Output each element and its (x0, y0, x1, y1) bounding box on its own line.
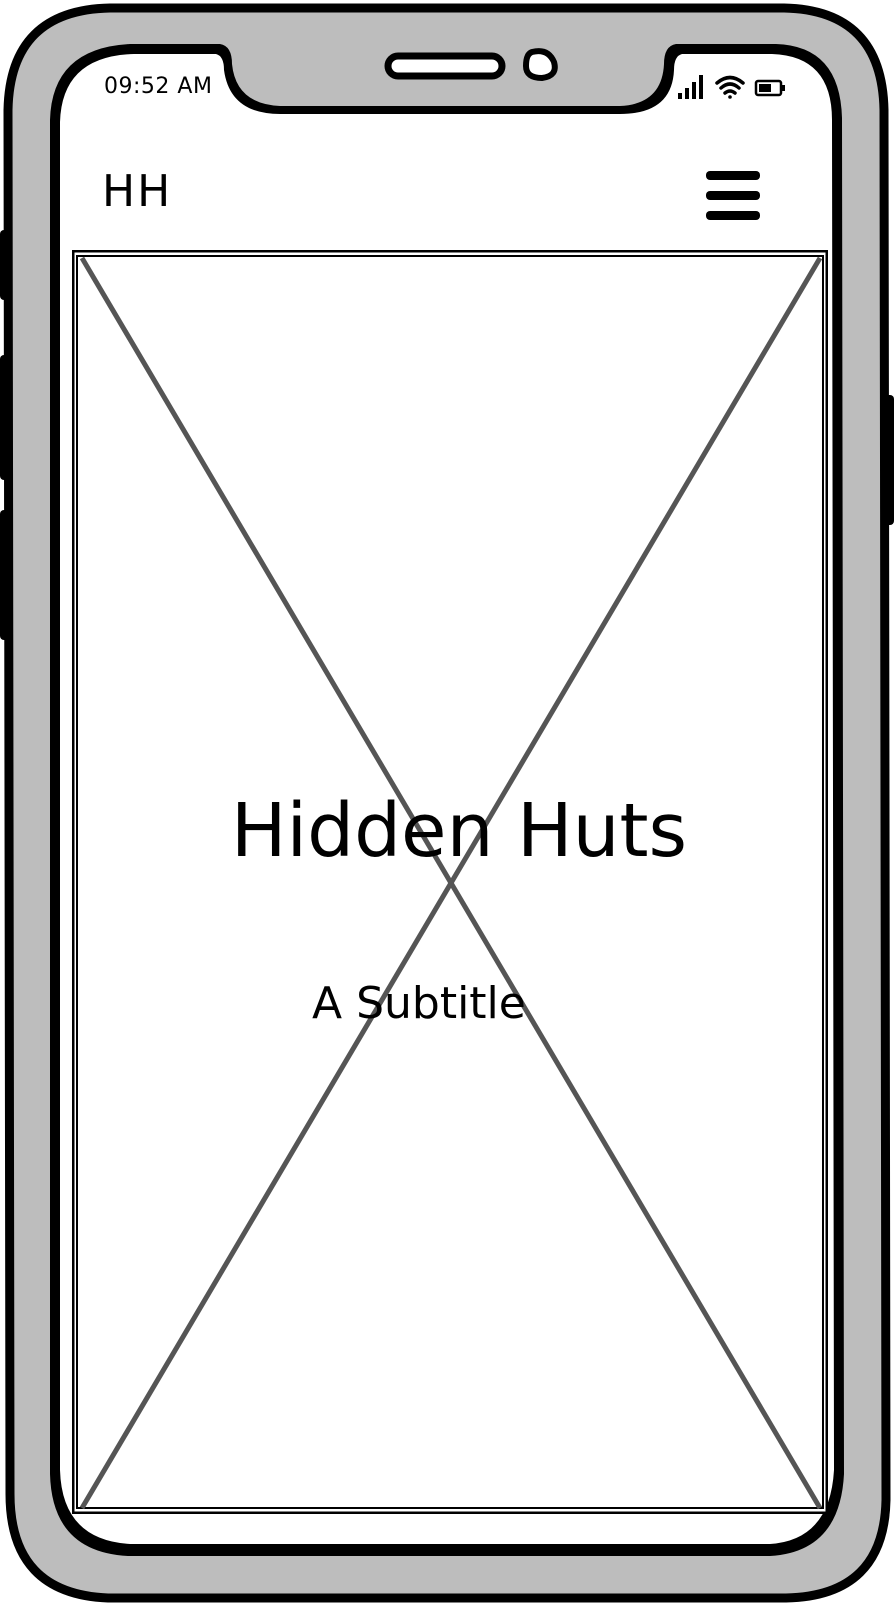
hero-image-placeholder (72, 250, 828, 1514)
front-camera (522, 48, 558, 82)
earpiece-speaker (384, 52, 506, 80)
mute-switch (0, 230, 10, 300)
phone-wireframe: 09:52 AM HH Hidden Huts A Subtitle (0, 0, 894, 1604)
hero-section: Hidden Huts A Subtitle (72, 250, 828, 1514)
cellular-signal-icon (678, 75, 703, 99)
volume-down-button (0, 510, 10, 640)
site-logo[interactable]: HH (102, 166, 172, 217)
battery-icon (754, 79, 785, 97)
status-bar-icons (678, 75, 785, 99)
status-bar-time: 09:52 AM (104, 74, 213, 99)
volume-up-button (0, 355, 10, 480)
hero-subtitle: A Subtitle (312, 978, 526, 1029)
hamburger-menu-button[interactable] (700, 168, 764, 224)
power-button (884, 395, 894, 525)
wifi-icon (715, 75, 745, 99)
hero-title: Hidden Huts (230, 788, 688, 874)
